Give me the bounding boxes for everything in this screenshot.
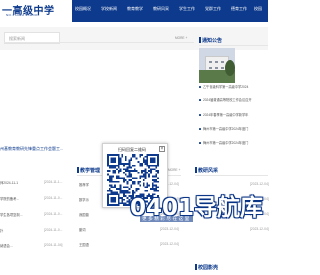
nav-item-teaching[interactable]: 教育教学 bbox=[127, 6, 143, 12]
notice-divider bbox=[199, 45, 268, 46]
list-item[interactable]: 师2024-11-1 bbox=[0, 180, 18, 185]
list-date: [2024-11-1... bbox=[44, 180, 63, 184]
gallery-title-bar bbox=[195, 264, 197, 270]
research-title: 教研风采 bbox=[198, 168, 219, 174]
list-item[interactable]: 学生各项复制... bbox=[0, 212, 23, 217]
notice-item[interactable]: 梅州市第一高级中学2024年度门 bbox=[203, 126, 248, 131]
research-title-bar bbox=[195, 167, 197, 173]
list-item[interactable]: 扑 bbox=[0, 228, 3, 233]
list-date: [2024-11-0... bbox=[44, 228, 63, 232]
teach-title-bar bbox=[77, 167, 79, 173]
notice-bullet bbox=[199, 142, 201, 144]
watermark-subtext: 更多精彩尽在这里 bbox=[140, 216, 193, 222]
list-item[interactable]: 推荐学 bbox=[79, 182, 89, 187]
nav-item-news[interactable]: 学校新闻 bbox=[101, 6, 117, 12]
list-item[interactable]: 学院的备考... bbox=[0, 196, 19, 201]
research-divider bbox=[195, 175, 268, 176]
nav-item-students[interactable]: 学生工作 bbox=[179, 6, 195, 12]
notice-item[interactable]: 2024年春季第一高级中学新学年 bbox=[203, 112, 248, 117]
teach-title: 教学管理 bbox=[80, 168, 101, 174]
list-item[interactable]: 纳语会... bbox=[0, 243, 13, 248]
logo-subtitle: NO.1 HIGH SCHOOL bbox=[6, 13, 40, 17]
notice-title-bar bbox=[199, 37, 201, 43]
notice-bullet bbox=[199, 99, 201, 101]
nav-item-campus[interactable]: 校园 bbox=[254, 6, 262, 12]
list-date: [2023-12-04] bbox=[250, 227, 269, 231]
list-date: [2023-12-04] bbox=[160, 227, 179, 231]
news-more-link[interactable]: MORE + bbox=[175, 36, 187, 40]
news-divider bbox=[4, 42, 194, 43]
list-date: [2023-12-04] bbox=[160, 242, 179, 246]
list-date: [2024-11-0... bbox=[44, 212, 63, 216]
campus-photo[interactable] bbox=[199, 48, 235, 83]
notice-bullet bbox=[199, 86, 201, 88]
notice-item[interactable]: 乙午省级科学第一高级中学2024 bbox=[203, 84, 248, 89]
nav-item-moral[interactable]: 德育工作 bbox=[231, 6, 247, 12]
list-item[interactable]: 王国语 bbox=[79, 242, 89, 247]
notice-item[interactable]: 梅州市第一高级中学2024年度门 bbox=[203, 140, 248, 145]
close-icon[interactable]: × bbox=[159, 146, 165, 152]
notice-item[interactable]: 2024届普通高等院校工作会议召开 bbox=[203, 97, 252, 102]
notice-bullet bbox=[199, 114, 201, 116]
news-headline-link[interactable]: 州基教育教研先锋重点工作会题工... bbox=[0, 146, 63, 152]
nav-item-research[interactable]: 教研风采 bbox=[153, 6, 169, 12]
notice-bullet bbox=[199, 128, 201, 130]
list-item[interactable]: 我国普 bbox=[79, 212, 89, 217]
nav-item-party[interactable]: 党群工作 bbox=[205, 6, 221, 12]
school-logo[interactable]: 一高级中学 NO.1 HIGH SCHOOL bbox=[2, 2, 72, 18]
list-item[interactable]: 数学示 bbox=[79, 197, 89, 202]
notice-title: 通知公告 bbox=[202, 38, 223, 44]
qr-popup-title: 扫码回复二维码 bbox=[118, 147, 146, 152]
gallery-title: 校园影壳 bbox=[198, 265, 219, 271]
list-date: [2023-12-04] bbox=[250, 182, 269, 186]
main-nav: 校园概况 学校新闻 教育教学 教研风采 学生工作 党群工作 德育工作 校园 bbox=[72, 0, 268, 22]
list-date: [2024-11-04] bbox=[44, 243, 63, 247]
list-item[interactable]: 副词 bbox=[79, 227, 86, 232]
nav-item-overview[interactable]: 校园概况 bbox=[75, 6, 91, 12]
list-date: [2024-11-0... bbox=[44, 196, 63, 200]
site-header: 一高级中学 NO.1 HIGH SCHOOL 校园概况 学校新闻 教育教学 教研… bbox=[0, 0, 268, 22]
teach-more-link[interactable]: MORE + bbox=[168, 168, 180, 172]
